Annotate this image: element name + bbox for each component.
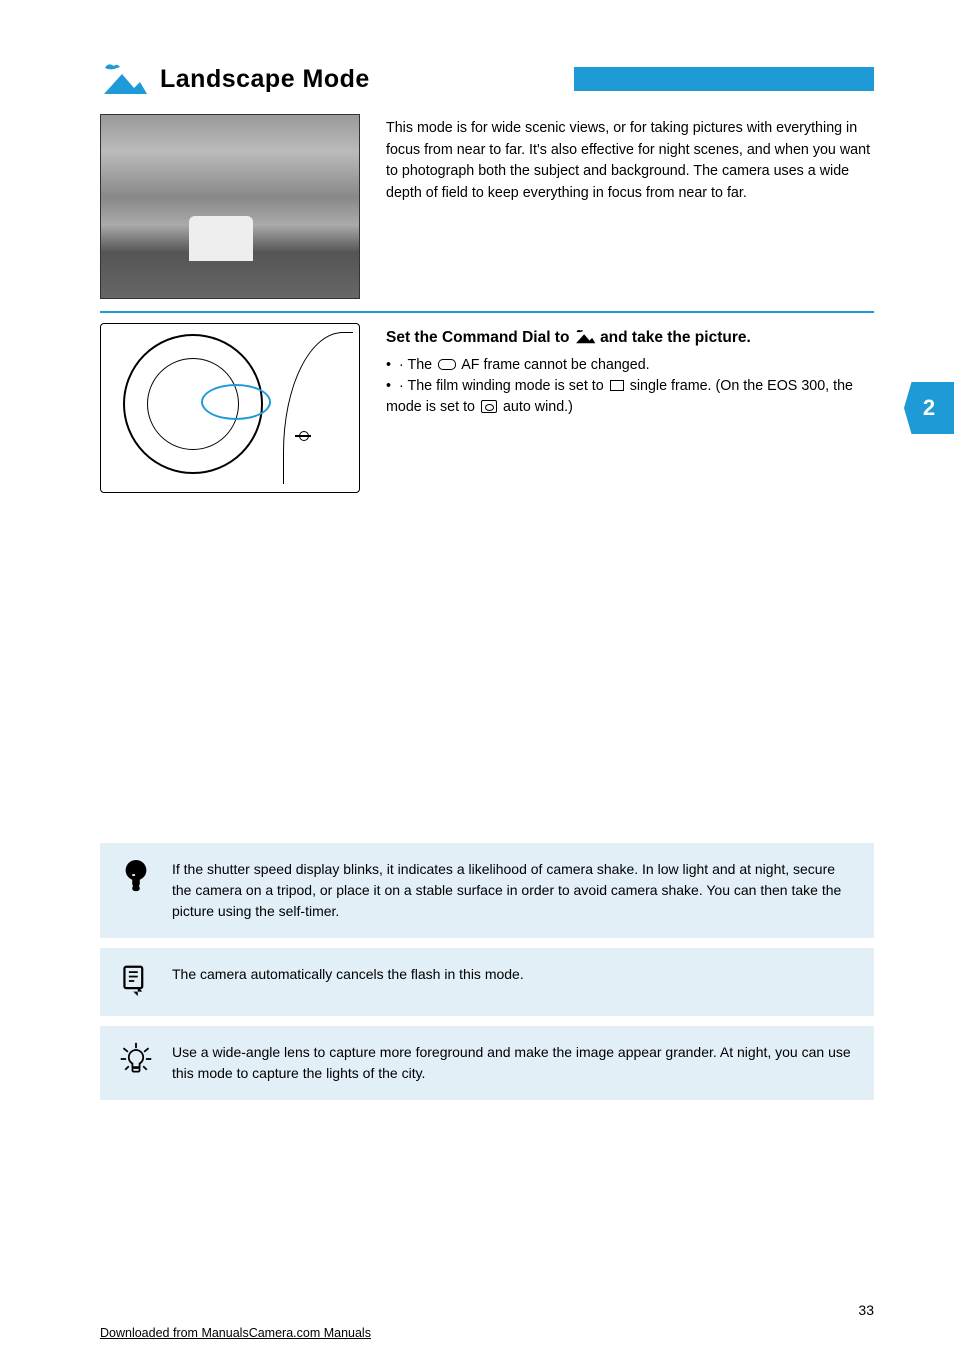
tip-text: Use a wide-angle lens to capture more fo… — [172, 1040, 856, 1084]
bullet-drive: · The film winding mode is set to single… — [386, 376, 874, 417]
chapter-tab: 2 — [904, 382, 954, 434]
command-dial-illustration — [100, 323, 360, 493]
chapter-tab-number: 2 — [923, 392, 935, 424]
bullet-af: · The AF frame cannot be changed. — [386, 355, 874, 376]
single-frame-icon — [610, 380, 624, 391]
step-row: Set the Command Dial to and take the pic… — [100, 323, 874, 493]
sample-photo — [100, 114, 360, 299]
info-note: The camera automatically cancels the fla… — [100, 948, 874, 1016]
tip-icon — [118, 1040, 154, 1078]
info-icon — [118, 962, 154, 1000]
section-divider — [100, 311, 874, 313]
landscape-icon — [100, 60, 148, 98]
page-title: Landscape Mode — [160, 61, 558, 97]
warning-icon — [118, 857, 154, 895]
step-text: Set the Command Dial to and take the pic… — [386, 323, 874, 493]
header-accent-bar — [574, 67, 874, 91]
info-text: The camera automatically cancels the fla… — [172, 962, 524, 985]
warning-note: If the shutter speed display blinks, it … — [100, 843, 874, 938]
af-frame-icon — [438, 359, 456, 370]
step-title-pre: Set the Command Dial to — [386, 329, 574, 346]
auto-wind-icon — [481, 400, 497, 413]
page-header: Landscape Mode — [100, 60, 874, 98]
step-title: Set the Command Dial to and take the pic… — [386, 327, 874, 349]
warning-text: If the shutter speed display blinks, it … — [172, 857, 856, 922]
page-number: 33 — [858, 1300, 874, 1320]
step-title-post: and take the picture. — [600, 329, 751, 346]
tip-note: Use a wide-angle lens to capture more fo… — [100, 1026, 874, 1100]
source-link[interactable]: Downloaded from ManualsCamera.com Manual… — [100, 1324, 371, 1342]
intro-block: This mode is for wide scenic views, or f… — [100, 114, 874, 299]
step-bullets: · The AF frame cannot be changed. · The … — [386, 355, 874, 417]
landscape-mode-icon — [574, 328, 596, 345]
intro-text: This mode is for wide scenic views, or f… — [386, 114, 874, 299]
